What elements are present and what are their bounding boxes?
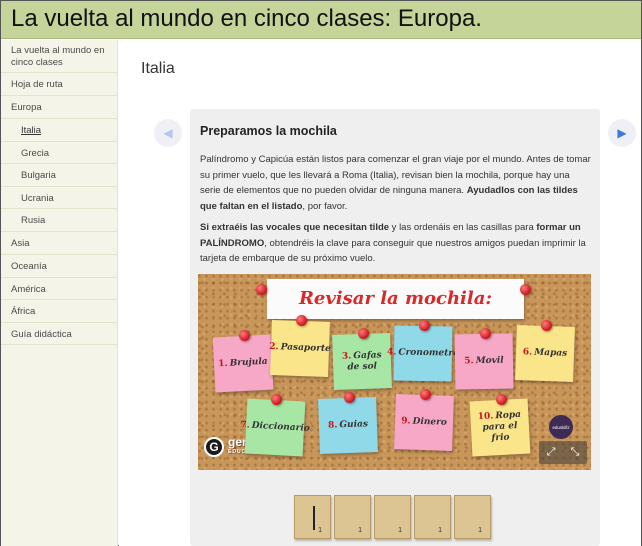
arrow-right-icon: ▶ bbox=[617, 126, 627, 140]
eduskillz-badge: eduskillz bbox=[549, 415, 573, 439]
sticky-note-number: 1. bbox=[218, 358, 228, 370]
sidebar-item-label: África bbox=[11, 306, 36, 317]
pin-icon bbox=[358, 328, 369, 339]
pin-icon bbox=[296, 315, 307, 326]
sidebar-item-label: Rusia bbox=[21, 215, 46, 226]
pin-icon bbox=[344, 392, 355, 403]
sticky-note-number: 6. bbox=[522, 347, 533, 358]
sidebar-item-11[interactable]: América bbox=[1, 278, 117, 300]
answer-tiles: 1 1 1 1 1 bbox=[294, 495, 491, 539]
sidebar-item-label: Bulgaria bbox=[21, 170, 56, 181]
pin-icon bbox=[419, 320, 430, 331]
card-title: Preparamos la mochila bbox=[200, 124, 337, 138]
sticky-note: 5. Movil bbox=[454, 333, 514, 390]
answer-tile-1[interactable]: 1 bbox=[294, 495, 331, 539]
sticky-note-number: 2. bbox=[269, 341, 279, 353]
sticky-note: 6. Mapas bbox=[515, 325, 575, 382]
page-title: Italia bbox=[141, 60, 175, 77]
tile-number: 1 bbox=[358, 527, 362, 534]
answer-tile-3[interactable]: 1 bbox=[374, 495, 411, 539]
sticky-note-word: Pasaporte bbox=[280, 342, 331, 355]
genially-g-icon: G bbox=[204, 437, 224, 457]
answer-tile-4[interactable]: 1 bbox=[414, 495, 451, 539]
fullscreen-icon[interactable]: ⤡ bbox=[571, 446, 580, 459]
sticky-note: 7.Diccionario bbox=[240, 398, 310, 457]
sidebar-item-label: Hoja de ruta bbox=[11, 79, 63, 90]
share-icon[interactable]: ⤢ bbox=[547, 446, 556, 459]
tile-number: 1 bbox=[398, 527, 402, 534]
sticky-note-number: 5. bbox=[464, 356, 474, 367]
sidebar-item-2[interactable]: Hoja de ruta bbox=[1, 73, 117, 96]
sidebar-item-1[interactable]: La vuelta al mundo en cinco clases bbox=[1, 40, 117, 73]
sticky-note: 8. Guias bbox=[318, 397, 378, 454]
sticky-note: 1.Brujula bbox=[212, 334, 274, 393]
page-header-title: La vuelta al mundo en cinco clases: Euro… bbox=[11, 5, 482, 32]
sticky-note-word: Cronometro bbox=[398, 347, 460, 359]
sticky-note-word: Mapas bbox=[534, 347, 568, 359]
sidebar-item-label: Italia bbox=[21, 125, 42, 136]
sticky-note-word: Movil bbox=[475, 355, 504, 367]
instructions-paragraph-1: Palíndromo y Capicúa están listos para c… bbox=[200, 154, 591, 212]
sidebar-item-5[interactable]: Grecia bbox=[1, 142, 117, 164]
sidebar-item-9[interactable]: Asia bbox=[1, 232, 117, 255]
pin-icon bbox=[480, 328, 491, 339]
pin-icon bbox=[239, 330, 250, 341]
sticky-note: 2. Pasaporte bbox=[269, 320, 331, 377]
pin-icon bbox=[520, 284, 531, 295]
board-title: Revisar la mochila: bbox=[298, 288, 493, 309]
activity-card: Preparamos la mochila Palíndromo y Capic… bbox=[190, 109, 600, 546]
corkboard-image: Revisar la mochila: G geniallyEDUCATION … bbox=[198, 274, 591, 470]
arrow-left-icon: ◀ bbox=[163, 126, 173, 140]
sticky-note-number: 10. bbox=[477, 411, 494, 423]
sticky-note-number: 9. bbox=[401, 416, 411, 427]
board-toolbar: ⤢ ⤡ bbox=[539, 441, 587, 464]
sidebar-item-label: La vuelta al mundo en cinco clases bbox=[11, 45, 105, 68]
pin-icon bbox=[496, 394, 507, 405]
sidebar-item-label: América bbox=[11, 284, 46, 295]
tile-number: 1 bbox=[318, 527, 322, 534]
sidebar-item-label: Ucrania bbox=[21, 193, 54, 204]
sidebar-item-8[interactable]: Rusia bbox=[1, 209, 117, 232]
page-header: La vuelta al mundo en cinco clases: Euro… bbox=[1, 1, 641, 39]
pin-icon bbox=[256, 284, 267, 295]
sidebar-item-3[interactable]: Europa bbox=[1, 96, 117, 119]
sticky-note-word: Guias bbox=[339, 419, 369, 431]
tile-number: 1 bbox=[438, 527, 442, 534]
sidebar: La vuelta al mundo en cinco clases Hoja d… bbox=[1, 40, 118, 546]
sidebar-item-label: Guía didáctica bbox=[11, 329, 72, 340]
sticky-note-word: Diccionario bbox=[251, 420, 311, 434]
pin-icon bbox=[420, 389, 431, 400]
sidebar-item-label: Grecia bbox=[21, 148, 49, 159]
sticky-note: 10.Ropa para el frio bbox=[469, 398, 531, 457]
pin-icon bbox=[541, 320, 552, 331]
sidebar-item-6[interactable]: Bulgaria bbox=[1, 164, 117, 187]
next-slide-button[interactable]: ▶ bbox=[608, 119, 636, 147]
sidebar-item-label: Oceanía bbox=[11, 261, 47, 272]
sidebar-item-label: Europa bbox=[11, 102, 42, 113]
sidebar-item-13[interactable]: Guía didáctica bbox=[1, 323, 117, 345]
sticky-note-number: 3. bbox=[341, 350, 352, 362]
sidebar-item-4[interactable]: Italia bbox=[1, 119, 117, 142]
sidebar-item-7[interactable]: Ucrania bbox=[1, 187, 117, 209]
sidebar-item-12[interactable]: África bbox=[1, 300, 117, 323]
main-content: Italia ◀ ▶ Preparamos la mochila Palíndr… bbox=[119, 40, 641, 546]
sticky-note-number: 4. bbox=[386, 347, 397, 358]
instructions-paragraph-2: Si extraéis las vocales que necesitan ti… bbox=[200, 222, 586, 264]
sticky-note-word: Dinero bbox=[412, 416, 448, 428]
sticky-note-number: 7. bbox=[240, 420, 250, 431]
prev-slide-button[interactable]: ◀ bbox=[154, 119, 182, 147]
sticky-note-word: Brujula bbox=[229, 356, 268, 369]
sticky-note: 9. Dinero bbox=[394, 394, 454, 451]
sidebar-item-label: Asia bbox=[11, 238, 30, 249]
pin-icon bbox=[271, 394, 282, 405]
sticky-note-word: Gafas de sol bbox=[347, 349, 382, 373]
tile-number: 1 bbox=[478, 527, 482, 534]
sticky-note: 3. Gafas de sol bbox=[332, 333, 392, 390]
sticky-note: 4. Cronometro bbox=[387, 325, 459, 382]
sticky-note-number: 8. bbox=[327, 420, 338, 431]
answer-tile-5[interactable]: 1 bbox=[454, 495, 491, 539]
answer-tile-2[interactable]: 1 bbox=[334, 495, 371, 539]
sidebar-item-10[interactable]: Oceanía bbox=[1, 255, 117, 278]
